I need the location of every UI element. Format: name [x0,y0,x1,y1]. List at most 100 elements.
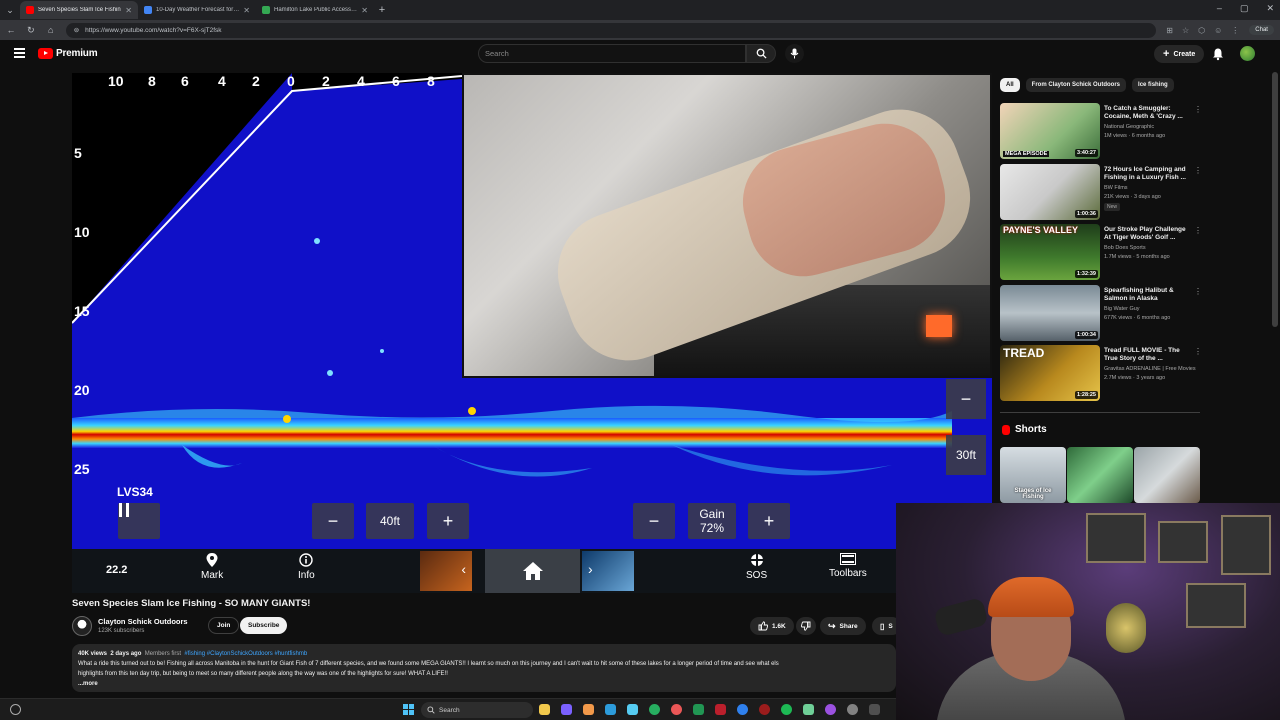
voice-search-button[interactable] [785,44,804,63]
back-icon[interactable]: ← [6,25,16,35]
next-page-thumbnail[interactable]: › [582,551,634,591]
info-button[interactable]: Info [298,553,315,581]
recommendation-item[interactable]: TREAD 1:28:25 Tread FULL MOVIE - The Tru… [1000,345,1202,402]
bookmark-star-icon[interactable]: ☆ [1182,26,1189,35]
widgets-icon[interactable] [10,704,21,715]
create-button[interactable]: + Create [1154,45,1205,63]
recommendation-item[interactable]: MEGA EPISODE 3:40:27 To Catch a Smuggler… [1000,103,1202,160]
search-input[interactable]: Search [478,44,746,63]
short-thumbnail[interactable] [1134,447,1200,503]
chrome-icon[interactable] [671,704,682,715]
close-tab-icon[interactable]: ✕ [125,6,132,15]
recommendation-item[interactable]: 1:00:36 72 Hours Ice Camping and Fishing… [1000,164,1202,221]
chip-ice-fishing[interactable]: Ice fishing [1132,78,1174,92]
copilot-icon[interactable] [561,704,572,715]
app-icon[interactable] [693,704,704,715]
install-icon[interactable]: ⊞ [1166,26,1173,35]
sos-button[interactable]: SOS [746,553,767,581]
info-label: Info [298,570,315,581]
more-actions-icon[interactable]: ⋮ [1194,287,1202,296]
recommendation-item[interactable]: 1:00:34 Spearfishing Halibut & Salmon in… [1000,285,1202,342]
app-icon[interactable] [847,704,858,715]
site-info-icon[interactable]: ⊚ [74,26,79,34]
tab-1[interactable]: 10-Day Weather Forecast for Fort ✕ [138,1,256,19]
video-thumbnail[interactable]: TREAD 1:28:25 [1000,345,1100,401]
more-actions-icon[interactable]: ⋮ [1194,347,1202,356]
app-icon[interactable] [715,704,726,715]
previous-page-thumbnail[interactable]: ‹ [420,551,472,591]
app-icon[interactable] [803,704,814,715]
edge-icon[interactable] [649,704,660,715]
show-more-link[interactable]: ...more [78,679,890,689]
video-player[interactable]: 10 8 6 4 2 0 2 4 6 8 5 10 15 20 25 LVS34… [72,73,992,593]
mail-icon[interactable] [627,704,638,715]
close-tab-icon[interactable]: ✕ [361,6,368,15]
spotify-icon[interactable] [781,704,792,715]
search-button[interactable] [746,44,776,63]
app-icon[interactable] [825,704,836,715]
profile-icon[interactable]: ☺ [1214,26,1222,35]
chip-from-channel[interactable]: From Clayton Schick Outdoors [1025,78,1127,92]
url-field[interactable]: ⊚ https://www.youtube.com/watch?v=F6X-sj… [65,22,1157,38]
chat-button[interactable]: Chat [1249,25,1274,35]
home-icon[interactable]: ⌂ [46,25,56,35]
gain-increase-button[interactable]: + [748,503,790,539]
youtube-logo[interactable]: Premium [38,48,98,59]
join-button[interactable]: Join [208,617,240,634]
notifications-bell-icon[interactable] [1211,47,1225,61]
description-meta: 40K views 2 days ago Members first #fish… [78,649,890,659]
pause-button[interactable] [118,503,160,539]
share-button[interactable]: ↪ Share [820,617,866,635]
channel-name[interactable]: Clayton Schick Outdoors [98,617,188,626]
more-actions-icon[interactable]: ⋮ [1194,166,1202,175]
channel-avatar[interactable] [72,616,92,636]
home-button[interactable] [485,549,580,593]
more-actions-icon[interactable]: ⋮ [1194,105,1202,114]
guide-menu-icon[interactable] [14,48,25,58]
maximize-icon[interactable]: ▢ [1240,3,1249,14]
range-tick: 0 [287,73,295,89]
mark-button[interactable]: Mark [201,553,223,581]
short-thumbnail[interactable] [1067,447,1133,503]
video-thumbnail[interactable]: PAYNE'S VALLEY 1:32:39 [1000,224,1100,280]
chip-all[interactable]: All [1000,78,1020,92]
extension-icons: ⊞ ☆ ⬡ ☺ ⋮ [1166,26,1239,35]
app-icon[interactable] [759,704,770,715]
app-icon[interactable] [869,704,880,715]
account-avatar[interactable] [1240,46,1255,61]
tab-search-icon[interactable]: ⌄ [0,5,20,16]
page-scrollbar[interactable] [1272,72,1278,327]
new-tab-button[interactable]: + [374,4,390,16]
reload-icon[interactable]: ↻ [26,25,36,36]
start-button[interactable] [403,704,414,715]
app-icon[interactable] [737,704,748,715]
video-thumbnail[interactable]: 1:00:36 [1000,164,1100,220]
store-icon[interactable] [605,704,616,715]
video-thumbnail[interactable]: MEGA EPISODE 3:40:27 [1000,103,1100,159]
menu-dots-icon[interactable]: ⋮ [1231,26,1239,35]
recommendation-item[interactable]: PAYNE'S VALLEY 1:32:39 Our Stroke Play C… [1000,224,1202,281]
taskbar-search[interactable]: Search [421,702,533,718]
file-explorer-icon[interactable] [539,704,550,715]
extension-icon[interactable]: ⬡ [1198,26,1205,35]
like-button[interactable]: 1.6K [750,617,794,635]
close-tab-icon[interactable]: ✕ [243,6,250,15]
more-actions-icon[interactable]: ⋮ [1194,226,1202,235]
video-thumbnail[interactable]: 1:00:34 [1000,285,1100,341]
tab-2[interactable]: Hamilton Lake Public Access Site ✕ [256,1,374,19]
hashtags[interactable]: #fishing #ClaytonSchickOutdoors #huntfis… [184,651,307,657]
range-decrease-button[interactable]: − [312,503,354,539]
subscribe-button[interactable]: Subscribe [240,617,288,634]
toolbars-button[interactable]: Toolbars [829,553,867,579]
photos-icon[interactable] [583,704,594,715]
close-window-icon[interactable]: ✕ [1266,3,1274,14]
zoom-out-button[interactable]: − [946,379,986,419]
dislike-button[interactable] [796,617,816,635]
description-box[interactable]: 40K views 2 days ago Members first #fish… [72,644,896,692]
new-badge: New [1104,203,1121,211]
short-thumbnail[interactable]: Stages of Ice Fishing [1000,447,1066,503]
gain-decrease-button[interactable]: − [633,503,675,539]
tab-0[interactable]: Seven Species Slam Ice Fishin ✕ [20,1,138,19]
minimize-icon[interactable]: – [1217,3,1222,14]
range-increase-button[interactable]: + [427,503,469,539]
